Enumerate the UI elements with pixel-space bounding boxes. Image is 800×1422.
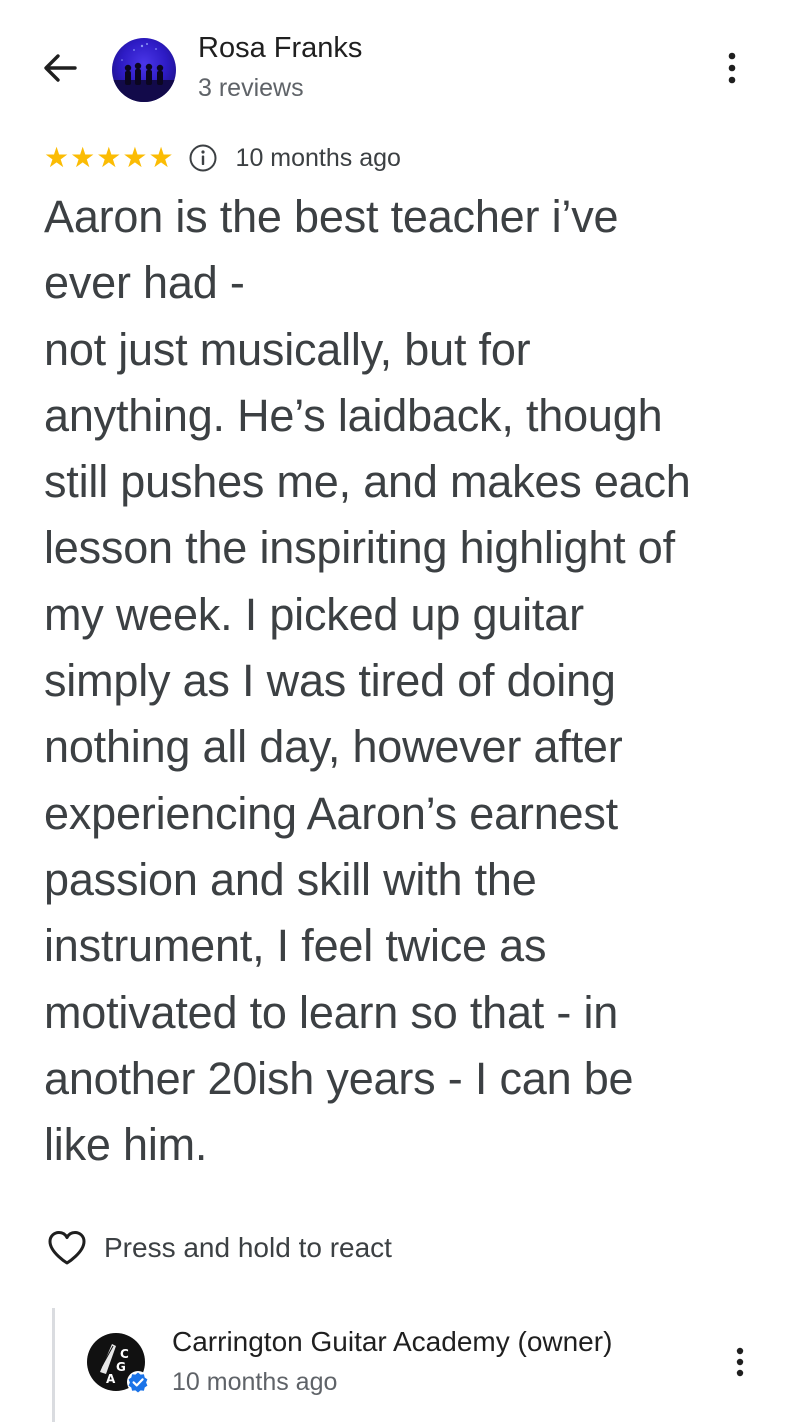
- review-text-line: instrument, I feel twice as: [44, 920, 547, 972]
- star-icon: ★: [122, 142, 148, 173]
- react-label: Press and hold to react: [104, 1232, 392, 1263]
- review-text-line: simply as I was tired of doing: [44, 655, 616, 707]
- review-text-line: experiencing Aaron’s earnest: [44, 787, 618, 839]
- owner-reply-date: 10 months ago: [172, 1368, 338, 1396]
- rating-row: ★ ★ ★ ★ ★ 10 months ago: [44, 140, 401, 176]
- more-vert-icon: [736, 1347, 744, 1377]
- logo-letter-c: C: [120, 1347, 129, 1361]
- verified-badge-icon: [127, 1371, 149, 1393]
- review-text-line: not just musically, but for: [44, 323, 531, 375]
- reply-thread-line: [52, 1308, 55, 1422]
- reviewer-avatar[interactable]: [112, 38, 176, 102]
- review-text-line: like him.: [44, 1119, 208, 1171]
- arrow-back-icon: [44, 54, 77, 82]
- review-text-line: my week. I picked up guitar: [44, 588, 584, 640]
- star-icon: ★: [44, 142, 70, 173]
- star-icon: ★: [148, 142, 174, 173]
- heart-outline-icon: [46, 1227, 88, 1269]
- owner-name[interactable]: Carrington Guitar Academy (owner): [172, 1326, 612, 1358]
- review-text-line: passion and skill with the: [44, 853, 537, 905]
- review-text-line: nothing all day, however after: [44, 721, 623, 773]
- owner-avatar[interactable]: C G A: [86, 1332, 150, 1396]
- review-text-line: anything. He’s laidback, though: [44, 389, 663, 441]
- review-text: Aaron is the best teacher i’ve ever had -…: [44, 184, 764, 1178]
- star-icon: ★: [96, 142, 122, 173]
- review-text-line: still pushes me, and makes each: [44, 456, 691, 508]
- review-text-line: ever had -: [44, 257, 245, 309]
- review-text-line: another 20ish years - I can be: [44, 1052, 634, 1104]
- logo-letter-a: A: [106, 1372, 116, 1386]
- review-text-line: Aaron is the best teacher i’ve: [44, 191, 619, 242]
- owner-reply-more-button[interactable]: [720, 1342, 760, 1382]
- star-icon: ★: [70, 142, 96, 173]
- more-options-button[interactable]: [712, 48, 752, 88]
- review-header: Rosa Franks 3 reviews: [0, 0, 800, 130]
- react-button[interactable]: Press and hold to react: [46, 1226, 392, 1270]
- info-icon[interactable]: [188, 143, 218, 173]
- review-text-line: lesson the inspiriting highlight of: [44, 522, 675, 574]
- review-text-line: motivated to learn so that - in: [44, 986, 619, 1038]
- reviewer-review-count: 3 reviews: [198, 74, 304, 102]
- more-vert-icon: [728, 52, 736, 84]
- star-rating: ★ ★ ★ ★ ★: [44, 144, 174, 172]
- reviewer-name[interactable]: Rosa Franks: [198, 32, 362, 65]
- review-date: 10 months ago: [235, 143, 401, 172]
- back-button[interactable]: [38, 48, 82, 88]
- logo-letter-g: G: [116, 1360, 126, 1374]
